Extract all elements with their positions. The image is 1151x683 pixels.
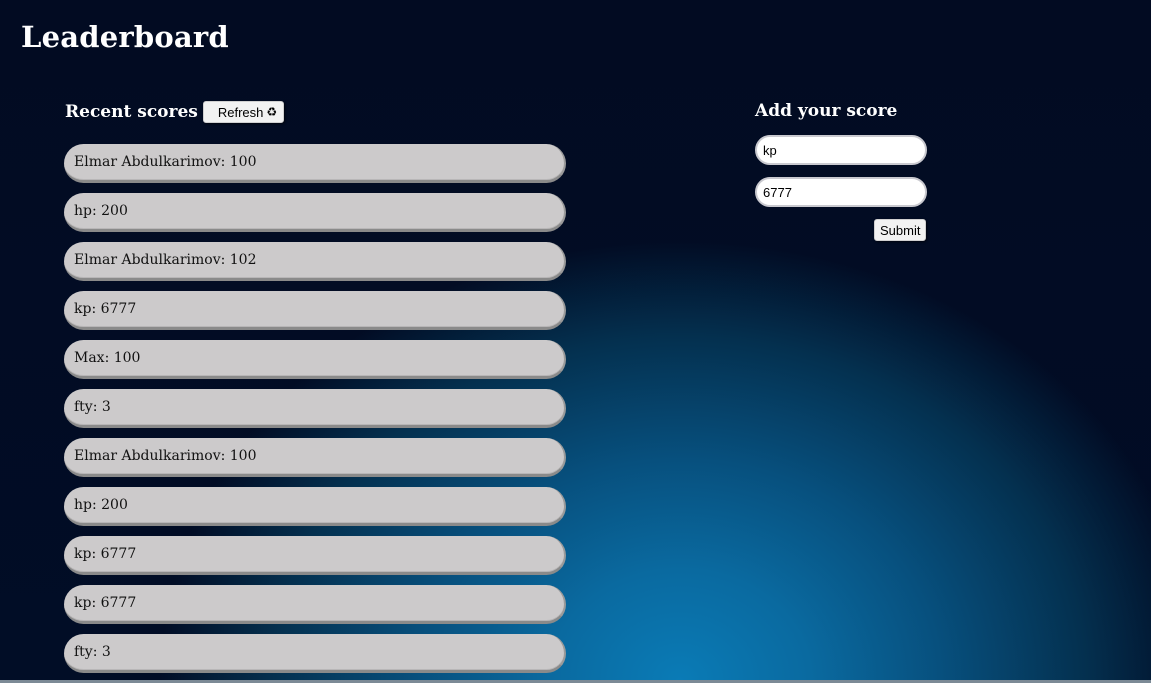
score-item: kp: 6777 [64,585,566,624]
score-item: kp: 6777 [64,291,566,330]
recycle-icon: ♻ [266,105,278,119]
score-item: hp: 200 [64,487,566,526]
recent-scores-header: Recent scores Refresh ♻ [65,101,285,123]
score-item: Elmar Abdulkarimov: 100 [64,144,566,183]
refresh-label: Refresh [217,104,264,120]
score-item: kp: 6777 [64,536,566,575]
score-input[interactable] [755,177,927,207]
submit-button[interactable]: Submit [874,219,927,241]
add-score-title: Add your score [755,101,898,121]
score-item: Elmar Abdulkarimov: 100 [64,438,566,477]
recent-scores-list: Elmar Abdulkarimov: 100 hp: 200 Elmar Abdu… [64,144,566,683]
score-item: fty: 3 [64,634,566,673]
score-item: fty: 3 [64,389,566,428]
refresh-button[interactable]: Refresh ♻ [202,101,285,123]
name-input[interactable] [755,135,927,165]
page-title: Leaderboard [21,20,229,54]
recent-scores-title: Recent scores [65,102,198,122]
score-item: hp: 200 [64,193,566,232]
score-item: Elmar Abdulkarimov: 102 [64,242,566,281]
score-item: Max: 100 [64,340,566,379]
